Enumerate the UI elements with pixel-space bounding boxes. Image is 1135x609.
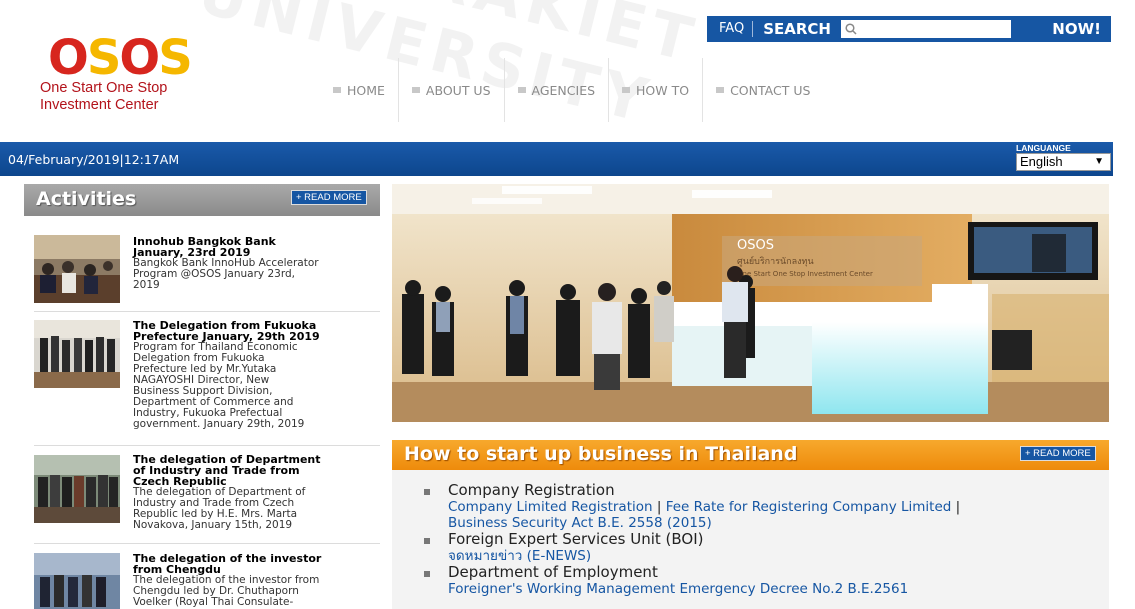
link-company-limited-registration[interactable]: Company Limited Registration — [448, 499, 653, 515]
list-item[interactable]: The delegation of the investor from Chen… — [34, 544, 380, 609]
osos-logo[interactable]: OSOS One Start One Stop Investment Cente… — [40, 30, 240, 130]
howto-links: จดหมายข่าว (E-NEWS) — [448, 548, 960, 564]
main-nav: HOME ABOUT US AGENCIES HOW TO CONTACT US — [320, 58, 823, 122]
logo-tagline: One Start One Stop Investment Center — [40, 80, 167, 114]
nav-home[interactable]: HOME — [320, 58, 398, 122]
nav-bullet-icon — [517, 87, 526, 93]
activity-thumbnail-image[interactable] — [34, 235, 120, 303]
howto-section: Company Registration Company Limited Reg… — [424, 482, 960, 531]
logo-tagline-line2: Investment Center — [40, 97, 159, 113]
list-item[interactable]: The Delegation from Fukuoka Prefecture J… — [34, 312, 380, 446]
activity-thumbnail-image[interactable] — [34, 553, 120, 609]
activity-desc: Voelker (Royal Thai Consulate- — [133, 596, 294, 608]
language-value: English — [1020, 154, 1063, 169]
language-select[interactable]: English ▼ — [1016, 153, 1111, 171]
link-foreigner-working-management[interactable]: Foreigner's Working Management Emergency… — [448, 581, 908, 597]
howto-header: How to start up business in Thailand + R… — [392, 440, 1109, 470]
link-business-security-act[interactable]: Business Security Act B.E. 2558 (2015) — [448, 515, 712, 531]
top-search-bar: FAQ SEARCH NOW! — [707, 16, 1111, 42]
howto-list: Company Registration Company Limited Reg… — [424, 482, 960, 597]
link-separator: | — [656, 499, 666, 515]
activity-thumbnail-image[interactable] — [34, 320, 120, 388]
howto-section-label: Foreign Expert Services Unit (BOI) — [448, 530, 704, 548]
howto-links: Company Limited Registration | Fee Rate … — [448, 499, 960, 531]
hero-office-photo: OSOS ศูนย์บริการนักลงทุน One Start One S… — [392, 184, 1109, 422]
nav-label: HOME — [347, 82, 385, 98]
hero-sign-sub: One Start One Stop Investment Center — [737, 270, 873, 278]
search-icon — [845, 23, 857, 35]
nav-bullet-icon — [333, 87, 341, 93]
date-bar: 04/February/2019|12:17AM LANGUANGE Engli… — [0, 142, 1113, 176]
dropdown-arrow-icon: ▼ — [1094, 156, 1104, 167]
nav-label: AGENCIES — [531, 82, 596, 98]
activities-header: Activities + READ MORE — [24, 184, 380, 216]
link-fee-rate[interactable]: Fee Rate for Registering Company Limited — [666, 499, 952, 515]
list-item[interactable]: The delegation of Department of Industry… — [34, 446, 380, 544]
howto-section-label: Company Registration — [448, 481, 615, 499]
activity-desc: 2019 — [133, 279, 160, 291]
nav-how-to[interactable]: HOW TO — [608, 58, 702, 122]
nav-contact-us[interactable]: CONTACT US — [702, 58, 823, 122]
list-item[interactable]: Innohub Bangkok Bank January, 23rd 2019 … — [34, 226, 380, 312]
link-e-news[interactable]: จดหมายข่าว (E-NEWS) — [448, 548, 591, 564]
howto-links: Foreigner's Working Management Emergency… — [448, 581, 960, 597]
hero-sign-title: OSOS — [737, 238, 774, 253]
current-datetime: 04/February/2019|12:17AM — [8, 152, 180, 167]
activities-list: Innohub Bangkok Bank January, 23rd 2019 … — [34, 226, 380, 609]
howto-section-label: Department of Employment — [448, 563, 658, 581]
logo-letter: S — [158, 30, 193, 86]
logo-letter: S — [86, 30, 122, 86]
nav-label: ABOUT US — [425, 82, 491, 98]
search-input[interactable] — [859, 21, 1005, 37]
activity-desc: Program @OSOS January 23rd, — [133, 268, 295, 280]
nav-bullet-icon — [716, 87, 725, 93]
hero-sign-thai: ศูนย์บริการนักลงทุน — [737, 255, 814, 267]
hero-photo-image: OSOS ศูนย์บริการนักลงทุน One Start One S… — [392, 184, 1109, 422]
activities-title: Activities — [36, 188, 137, 210]
logo-tagline-line1: One Start One Stop — [40, 80, 168, 96]
nav-bullet-icon — [411, 87, 420, 93]
nav-label: CONTACT US — [730, 82, 811, 98]
nav-label: HOW TO — [636, 82, 690, 98]
search-box[interactable] — [840, 20, 1011, 38]
logo-wordmark: OSOS — [48, 30, 193, 86]
logo-letter: O — [119, 30, 160, 86]
activity-thumbnail-image[interactable] — [34, 455, 120, 523]
howto-body: Company Registration Company Limited Reg… — [392, 470, 1109, 609]
nav-about-us[interactable]: ABOUT US — [397, 58, 504, 122]
search-label: SEARCH — [763, 20, 831, 38]
howto-title: How to start up business in Thailand — [404, 443, 798, 465]
language-label: LANGUANGE — [1016, 143, 1071, 153]
activity-desc: Novakova, January 15th, 2019 — [133, 519, 293, 531]
howto-section: Foreign Expert Services Unit (BOI) จดหมา… — [424, 531, 960, 564]
howto-section: Department of Employment Foreigner's Wor… — [424, 564, 960, 597]
activity-desc: government. January 29th, 2019 — [133, 418, 305, 430]
howto-read-more-button[interactable]: + READ MORE — [1020, 446, 1096, 461]
link-separator: | — [955, 499, 961, 515]
nav-agencies[interactable]: AGENCIES — [503, 58, 609, 122]
activities-read-more-button[interactable]: + READ MORE — [291, 190, 367, 205]
nav-bullet-icon — [622, 87, 631, 93]
faq-link[interactable]: FAQ — [707, 21, 754, 37]
search-now-button[interactable]: NOW! — [1052, 20, 1111, 38]
logo-letter: O — [48, 30, 89, 86]
